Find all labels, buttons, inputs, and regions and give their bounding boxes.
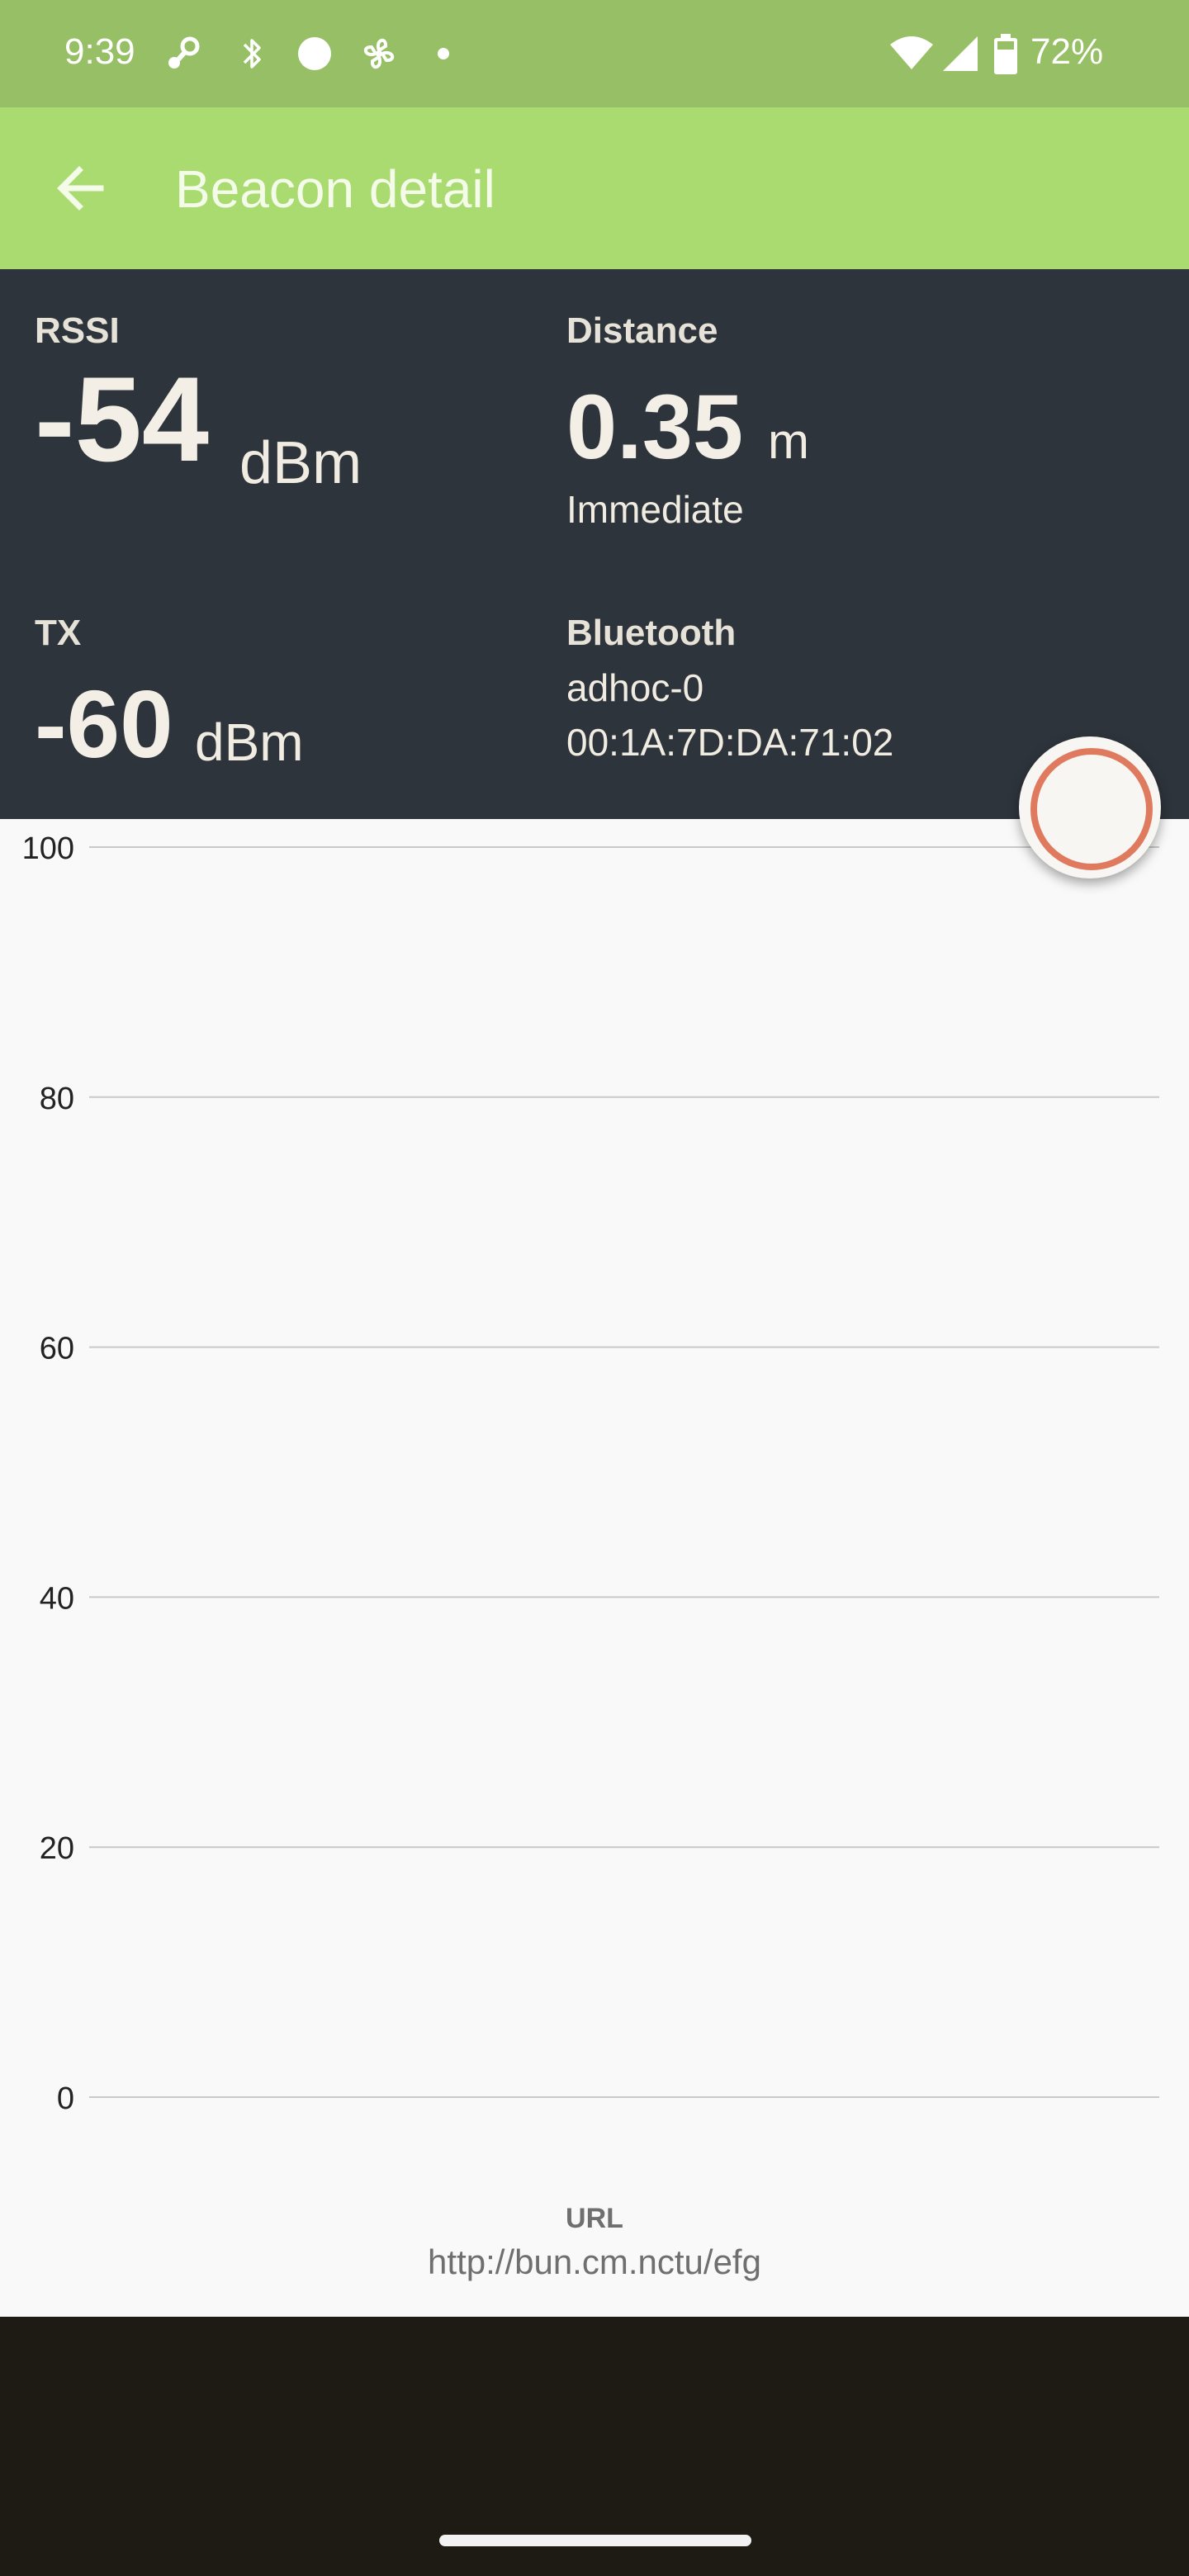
y-tick-label: 100 — [22, 831, 74, 866]
signal-icon — [943, 36, 978, 71]
fan-icon — [363, 38, 395, 69]
bluetooth-icon — [243, 39, 261, 69]
record-button[interactable] — [1019, 736, 1161, 878]
rssi-chart-area: 100 80 60 40 20 0 — [0, 819, 1189, 2317]
battery-percent: 72% — [1030, 31, 1104, 72]
status-bar: 9:39 72% — [0, 0, 1189, 107]
bluetooth-address: 00:1A:7D:DA:71:02 — [566, 721, 894, 764]
y-tick-label: 0 — [57, 2081, 74, 2116]
navigation-bar — [0, 2317, 1189, 2576]
beacon-info-panel: RSSI -54 dBm Distance 0.35 m Immediate T… — [0, 269, 1189, 819]
distance-label: Distance — [566, 310, 718, 351]
steam-icon — [168, 36, 200, 69]
rssi-chart: 100 80 60 40 20 0 — [22, 831, 1159, 2116]
url-value[interactable]: http://bun.cm.nctu/efg — [0, 2242, 1189, 2282]
bluetooth-name: adhoc-0 — [566, 666, 704, 709]
tx-value: -60 — [35, 670, 173, 778]
distance-unit: m — [768, 414, 809, 469]
rssi-value: -54 — [35, 352, 210, 486]
y-tick-label: 40 — [40, 1581, 74, 1616]
wifi-icon — [890, 36, 933, 69]
battery-icon — [994, 34, 1017, 74]
tx-unit: dBm — [195, 713, 304, 772]
small-dot-icon — [438, 48, 449, 59]
rssi-unit: dBm — [239, 430, 362, 496]
proximity-text: Immediate — [566, 488, 744, 531]
back-arrow-icon[interactable] — [46, 154, 116, 223]
y-tick-label: 20 — [40, 1831, 74, 1866]
y-tick-label: 60 — [40, 1332, 74, 1366]
dot-icon — [298, 37, 331, 70]
rssi-label: RSSI — [35, 310, 120, 351]
url-label: URL — [566, 2203, 623, 2234]
record-icon — [1030, 748, 1153, 870]
page-title: Beacon detail — [175, 159, 495, 219]
tx-label: TX — [35, 613, 82, 653]
status-time: 9:39 — [64, 31, 135, 72]
y-tick-label: 80 — [40, 1082, 74, 1116]
app-bar: Beacon detail — [0, 107, 1189, 269]
distance-value: 0.35 — [566, 376, 744, 478]
home-gesture-handle[interactable] — [439, 2535, 751, 2546]
bluetooth-label: Bluetooth — [566, 613, 737, 653]
